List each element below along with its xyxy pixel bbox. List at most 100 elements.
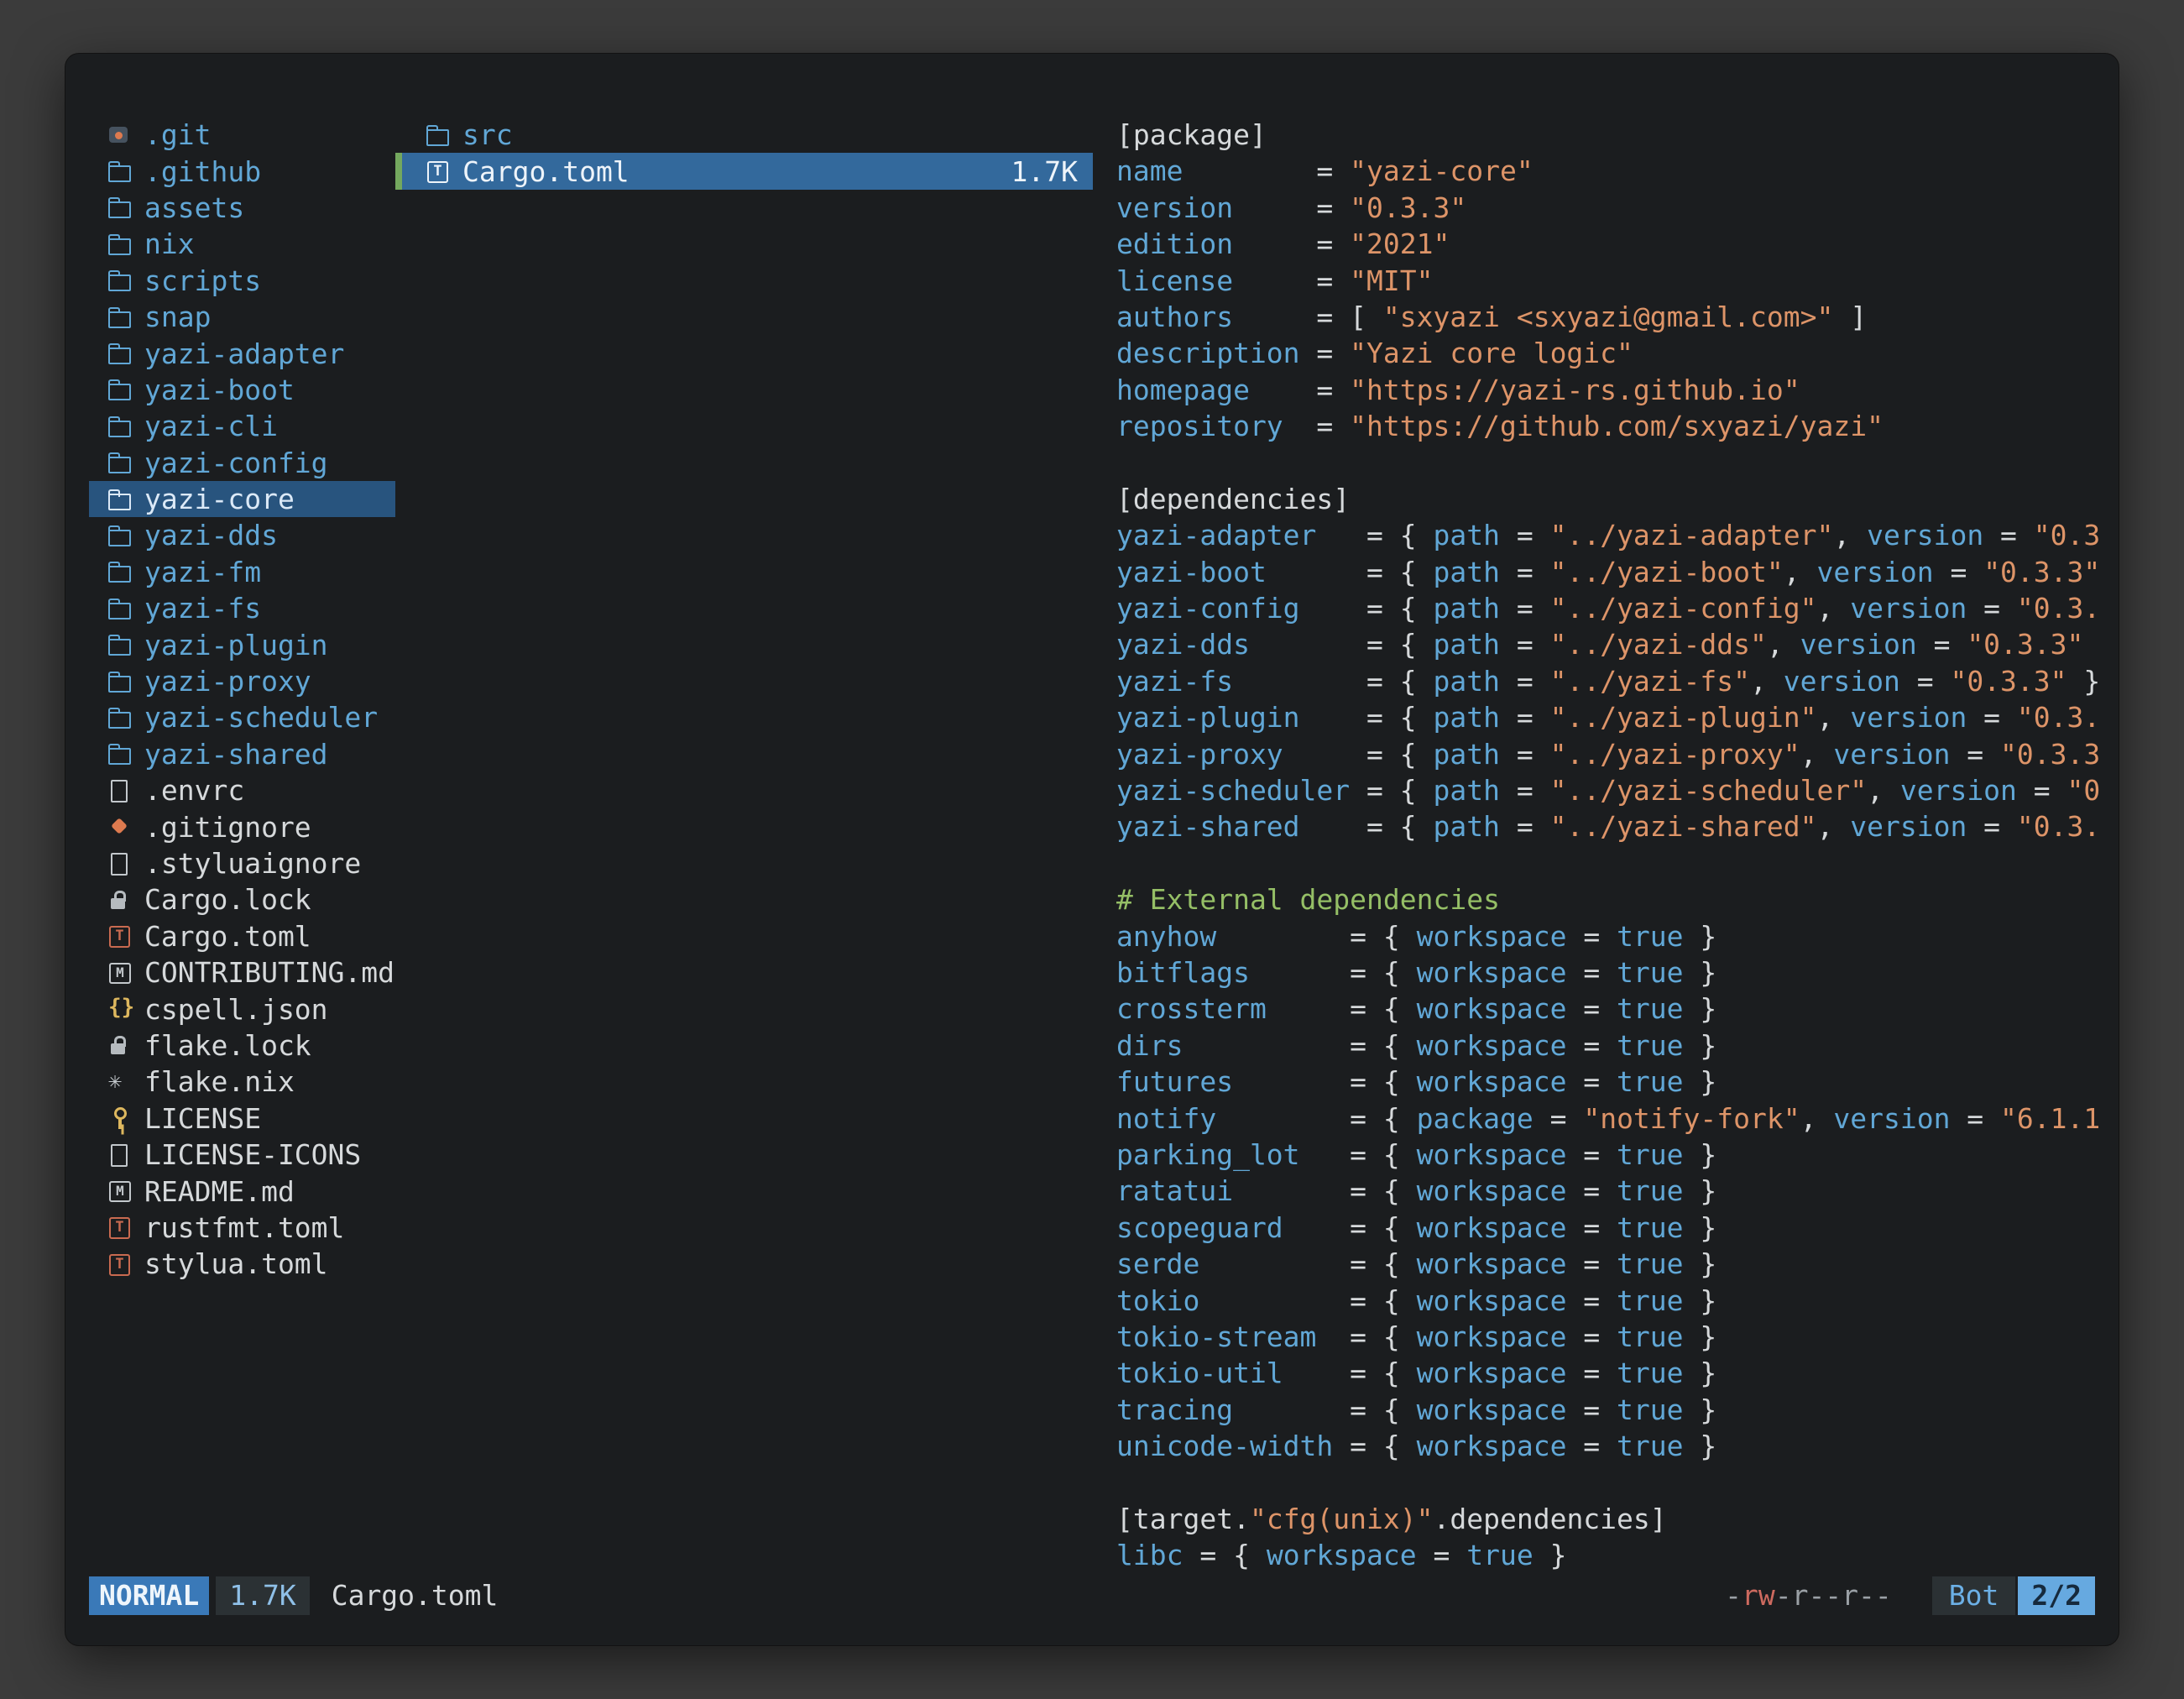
preview-line: parking_lot = { workspace = true } (1116, 1137, 2108, 1173)
folder-icon (107, 669, 133, 694)
entry-name: Cargo.toml (144, 920, 311, 953)
preview-line: yazi-plugin = { path = "../yazi-plugin",… (1116, 699, 2108, 735)
entry-name: scripts (144, 264, 261, 297)
toml-icon (107, 1215, 133, 1240)
folder-icon (107, 341, 133, 366)
entry-name: yazi-core (144, 483, 295, 515)
folder-icon (107, 159, 133, 184)
entry-name: snap (144, 301, 211, 333)
entry-name: assets (144, 191, 244, 224)
preview-line: futures = { workspace = true } (1116, 1064, 2108, 1100)
dir-row-scripts[interactable]: scripts (89, 263, 395, 299)
preview-line: dirs = { workspace = true } (1116, 1027, 2108, 1064)
file-row-flake.lock[interactable]: flake.lock (89, 1027, 395, 1064)
entry-name: yazi-adapter (144, 337, 344, 370)
dir-row-yazi-scheduler[interactable]: yazi-scheduler (89, 699, 395, 735)
file-row-Cargo.lock[interactable]: Cargo.lock (89, 881, 395, 917)
file-row-.gitignore[interactable]: .gitignore (89, 808, 395, 844)
file-icon (107, 1142, 133, 1168)
dir-row-.git[interactable]: .git (89, 117, 395, 153)
gitdir-icon (107, 123, 133, 148)
entry-name: .styluaignore (144, 847, 361, 880)
folder-icon (107, 232, 133, 257)
folder-icon (107, 559, 133, 584)
preview-line: yazi-fs = { path = "../yazi-fs", version… (1116, 663, 2108, 699)
entry-name: yazi-proxy (144, 665, 311, 698)
entry-name: Cargo.toml (462, 155, 630, 188)
preview-line: yazi-scheduler = { path = "../yazi-sched… (1116, 772, 2108, 808)
preview-line: homepage = "https://yazi-rs.github.io" (1116, 372, 2108, 408)
preview-line: libc = { workspace = true } (1116, 1537, 2108, 1573)
file-row-Cargo.toml[interactable]: Cargo.toml (89, 918, 395, 954)
scroll-position-badge: Bot (1932, 1576, 2016, 1615)
entry-size: 1.7K (1011, 155, 1093, 188)
dir-row-.github[interactable]: .github (89, 153, 395, 189)
entry-name: .git (144, 118, 211, 151)
file-row-.styluaignore[interactable]: .styluaignore (89, 845, 395, 881)
file-row-rustfmt.toml[interactable]: rustfmt.toml (89, 1210, 395, 1246)
entry-name: Cargo.lock (144, 883, 311, 916)
dir-row-assets[interactable]: assets (89, 190, 395, 226)
file-row-Cargo.toml[interactable]: Cargo.toml 1.7K (395, 153, 1093, 189)
preview-line: authors = [ "sxyazi <sxyazi@gmail.com>" … (1116, 299, 2108, 335)
dir-row-yazi-core[interactable]: yazi-core (89, 481, 395, 517)
dir-row-yazi-proxy[interactable]: yazi-proxy (89, 663, 395, 699)
preview-line: license = "MIT" (1116, 263, 2108, 299)
file-row-.envrc[interactable]: .envrc (89, 772, 395, 808)
lock-icon (107, 1032, 133, 1058)
preview-line: name = "yazi-core" (1116, 153, 2108, 189)
dir-row-yazi-plugin[interactable]: yazi-plugin (89, 626, 395, 662)
mode-badge: NORMAL (89, 1576, 209, 1615)
md-icon (107, 960, 133, 985)
dir-row-yazi-fs[interactable]: yazi-fs (89, 590, 395, 626)
parent-directory-pane: .git.githubassetsnixscripts snap yazi-adap… (89, 117, 395, 1573)
key-icon (107, 1106, 133, 1131)
cursor-marker (395, 153, 402, 189)
folder-icon (107, 596, 133, 621)
file-row-README.md[interactable]: README.md (89, 1173, 395, 1209)
file-row-flake.nix[interactable]: flake.nix (89, 1064, 395, 1100)
preview-line: tokio = { workspace = true } (1116, 1283, 2108, 1319)
file-row-LICENSE[interactable]: LICENSE (89, 1100, 395, 1137)
folder-icon (107, 705, 133, 730)
status-filename: Cargo.toml (332, 1576, 499, 1615)
dir-row-yazi-boot[interactable]: yazi-boot (89, 372, 395, 408)
preview-line: yazi-shared = { path = "../yazi-shared",… (1116, 808, 2108, 844)
entry-name: yazi-config (144, 447, 328, 479)
preview-line: tokio-util = { workspace = true } (1116, 1355, 2108, 1391)
dir-row-yazi-fm[interactable]: yazi-fm (89, 554, 395, 590)
entry-name: yazi-fm (144, 556, 261, 588)
preview-line: [dependencies] (1116, 481, 2108, 517)
preview-pane: [package]name = "yazi-core"version = "0.… (1116, 117, 2108, 1573)
entry-name: rustfmt.toml (144, 1211, 344, 1244)
file-size-badge: 1.7K (216, 1576, 309, 1615)
file-row-cspell.json[interactable]: cspell.json (89, 991, 395, 1027)
folder-icon (107, 741, 133, 766)
preview-line (1116, 1464, 2108, 1500)
dir-row-yazi-config[interactable]: yazi-config (89, 445, 395, 481)
dir-row-src[interactable]: src (395, 117, 1093, 153)
dir-row-yazi-adapter[interactable]: yazi-adapter (89, 335, 395, 371)
entry-name: LICENSE (144, 1102, 261, 1135)
toml-icon (107, 923, 133, 949)
toml-icon (426, 159, 451, 184)
dir-row-yazi-dds[interactable]: yazi-dds (89, 517, 395, 553)
dir-row-snap[interactable]: snap (89, 299, 395, 335)
dir-row-yazi-cli[interactable]: yazi-cli (89, 408, 395, 444)
file-row-stylua.toml[interactable]: stylua.toml (89, 1246, 395, 1282)
folder-icon (107, 305, 133, 330)
dir-row-yazi-shared[interactable]: yazi-shared (89, 736, 395, 772)
preview-line: crossterm = { workspace = true } (1116, 991, 2108, 1027)
lock-icon (107, 887, 133, 912)
status-bar: NORMAL 1.7K Cargo.toml -rw-r--r-- Bot 2/… (89, 1576, 2095, 1615)
file-row-LICENSE-ICONS[interactable]: LICENSE-ICONS (89, 1137, 395, 1173)
preview-line (1116, 445, 2108, 481)
preview-line: yazi-config = { path = "../yazi-config",… (1116, 590, 2108, 626)
entry-name: flake.lock (144, 1029, 311, 1062)
file-permissions: -rw-r--r-- (1725, 1576, 1892, 1615)
file-row-CONTRIBUTING.md[interactable]: CONTRIBUTING.md (89, 954, 395, 991)
entry-name: yazi-cli (144, 410, 278, 442)
entry-name: yazi-scheduler (144, 701, 378, 734)
preview-line: version = "0.3.3" (1116, 190, 2108, 226)
dir-row-nix[interactable]: nix (89, 226, 395, 262)
